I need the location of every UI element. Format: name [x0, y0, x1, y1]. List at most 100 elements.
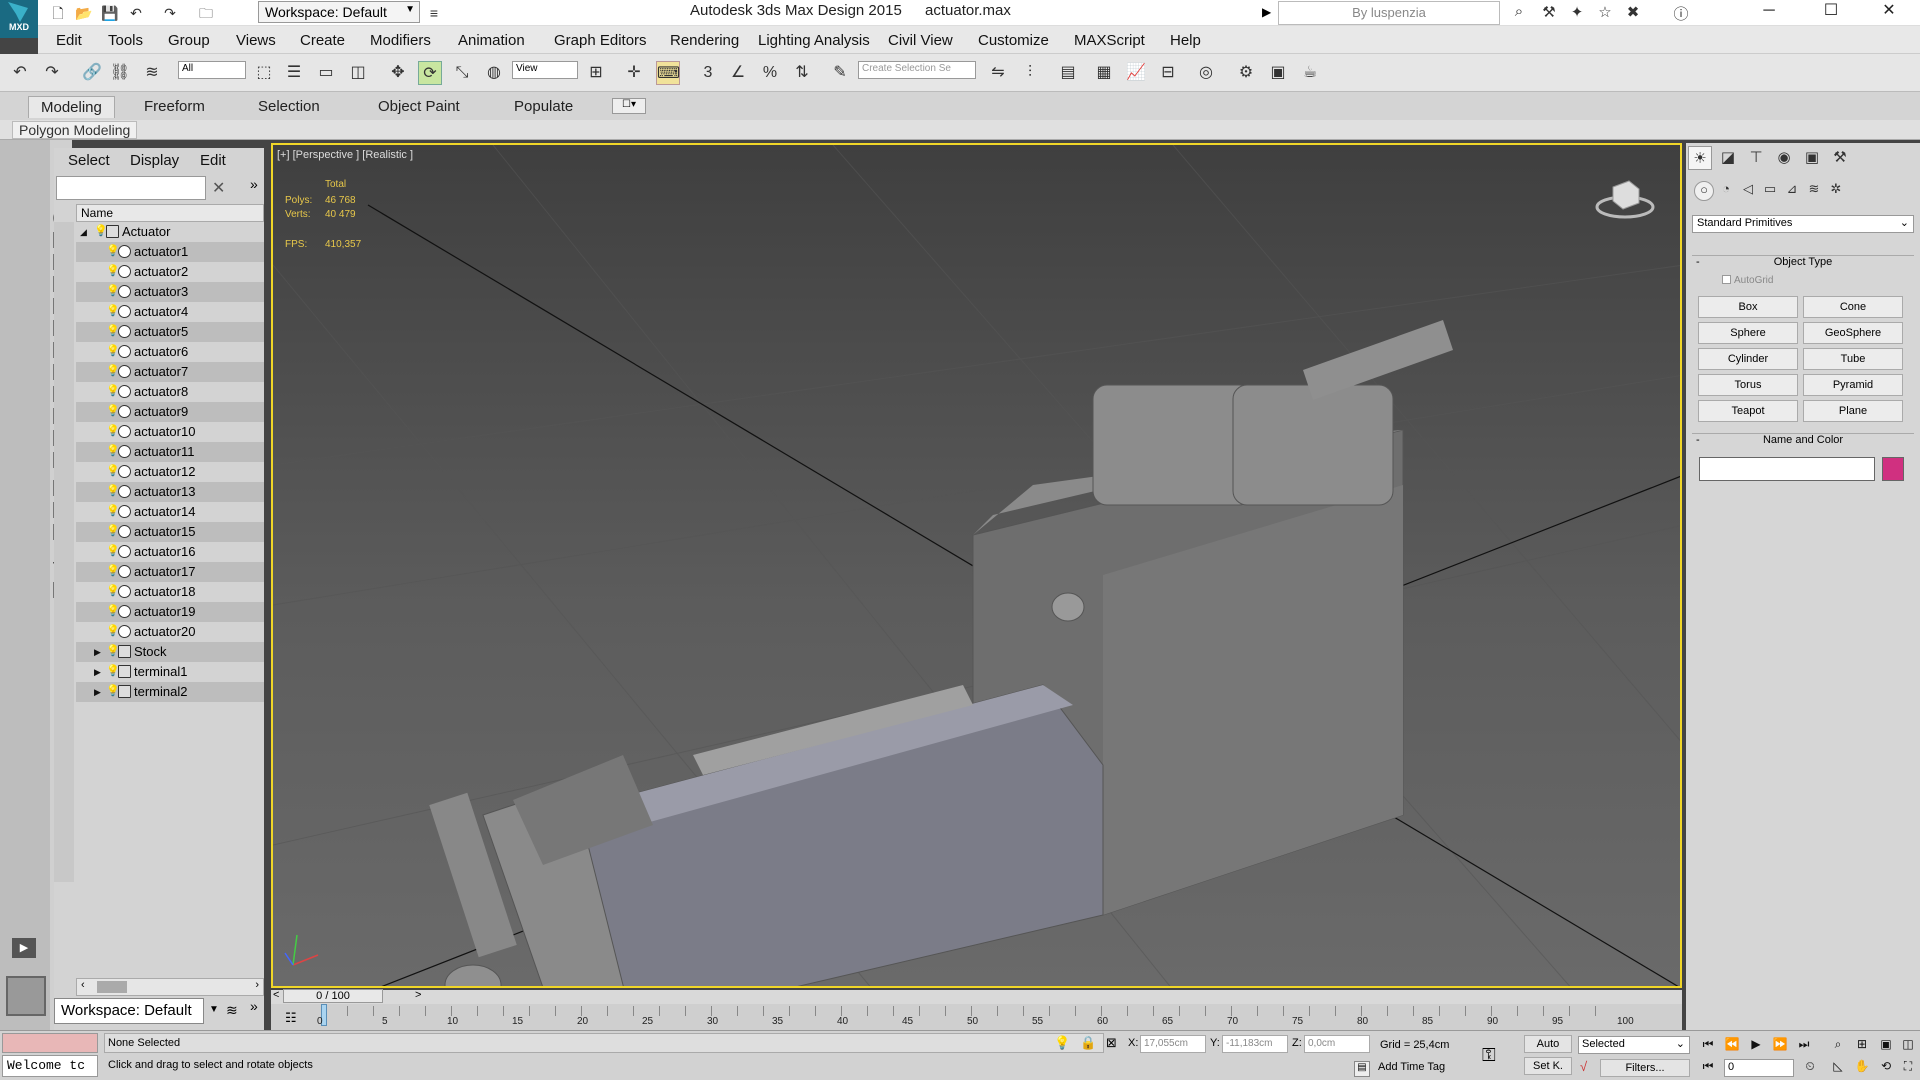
- light-bulb-icon[interactable]: 💡: [106, 685, 120, 698]
- light-bulb-icon[interactable]: 💡: [106, 425, 120, 438]
- maxscript-listener-mini[interactable]: [2, 1033, 98, 1053]
- expand-arrow-icon[interactable]: ▶: [94, 642, 104, 662]
- current-frame-input[interactable]: 0: [1724, 1059, 1794, 1077]
- previous-frame-icon[interactable]: ⏪: [1722, 1037, 1742, 1055]
- helpers-category-icon[interactable]: ⊿: [1782, 181, 1802, 201]
- hierarchy-tab-icon[interactable]: ⊤: [1744, 146, 1768, 170]
- new-file-icon[interactable]: 🗋: [48, 3, 68, 23]
- render-production-icon[interactable]: ☕: [1298, 61, 1322, 85]
- maximize-button[interactable]: ☐: [1808, 0, 1854, 24]
- key-mode-toggle-icon[interactable]: ⏮: [1698, 1059, 1718, 1077]
- orbit-icon[interactable]: ⟲: [1876, 1059, 1896, 1077]
- menu-help[interactable]: Help: [1170, 32, 1201, 49]
- light-bulb-icon[interactable]: 💡: [106, 625, 120, 638]
- close-button[interactable]: ✕: [1866, 0, 1912, 24]
- geosphere-button[interactable]: GeoSphere: [1803, 322, 1903, 344]
- tree-row-object[interactable]: 💡 actuator14: [76, 502, 264, 522]
- tree-row-object[interactable]: 💡 actuator15: [76, 522, 264, 542]
- track-bar[interactable]: ☷ 0 5 10 15 20 25 30 35 40 45 50 55 60 65 70 75 80 85 90 95…: [271, 1004, 1682, 1030]
- light-bulb-icon[interactable]: 💡: [106, 385, 120, 398]
- expand-layout-icon[interactable]: ▶: [12, 938, 36, 958]
- zoom-all-icon[interactable]: ⊞: [1852, 1037, 1872, 1055]
- redo-icon[interactable]: ↷: [40, 61, 64, 85]
- light-bulb-icon[interactable]: 💡: [106, 345, 120, 358]
- menu-modifiers[interactable]: Modifiers: [370, 32, 431, 49]
- binoculars-icon[interactable]: ⌕: [1508, 3, 1530, 23]
- tree-row-group[interactable]: ▶ 💡 Stock: [76, 642, 264, 662]
- select-and-move-icon[interactable]: ✥: [386, 61, 410, 85]
- polygon-modeling-panel[interactable]: Polygon Modeling: [12, 121, 138, 139]
- tree-row-object[interactable]: 💡 actuator16: [76, 542, 264, 562]
- time-tag-icon[interactable]: ▤: [1354, 1061, 1370, 1077]
- time-slider-thumb[interactable]: 0 / 100: [283, 989, 383, 1003]
- next-frame-icon[interactable]: >: [415, 989, 421, 1001]
- search-input[interactable]: By luspenzia: [1278, 1, 1500, 25]
- horizontal-scrollbar[interactable]: ‹ ›: [76, 978, 264, 996]
- light-bulb-icon[interactable]: 💡: [106, 465, 120, 478]
- render-setup-icon[interactable]: ⚙: [1234, 61, 1258, 85]
- space-warps-category-icon[interactable]: ≋: [1804, 181, 1824, 201]
- autogrid-checkbox[interactable]: [1722, 275, 1731, 284]
- spinner-snap-icon[interactable]: ⇅: [790, 61, 814, 85]
- plane-button[interactable]: Plane: [1803, 400, 1903, 422]
- menu-group[interactable]: Group: [168, 32, 210, 49]
- rectangular-selection-icon[interactable]: ▭: [314, 61, 338, 85]
- redo-icon[interactable]: ↷: [160, 3, 180, 23]
- light-bulb-icon[interactable]: 💡: [106, 325, 120, 338]
- project-folder-icon[interactable]: 🗀: [196, 3, 216, 23]
- light-bulb-icon[interactable]: 💡: [106, 525, 120, 538]
- layer-explorer-icon[interactable]: ▦: [1092, 61, 1116, 85]
- x-coordinate-input[interactable]: 17,055cm: [1140, 1035, 1206, 1053]
- cameras-category-icon[interactable]: ▭: [1760, 181, 1780, 201]
- edit-named-selection-icon[interactable]: ✎: [828, 61, 852, 85]
- light-bulb-icon[interactable]: 💡: [106, 565, 120, 578]
- percent-snap-icon[interactable]: %: [758, 61, 782, 85]
- menu-lighting-analysis[interactable]: Lighting Analysis: [758, 32, 870, 49]
- menu-maxscript[interactable]: MAXScript: [1074, 32, 1145, 49]
- name-color-rollout-header[interactable]: - Name and Color: [1692, 433, 1914, 449]
- collapse-panel-icon[interactable]: »: [250, 998, 258, 1014]
- subscription-icon[interactable]: ⚒: [1538, 3, 1560, 23]
- auto-key-button[interactable]: Auto: [1524, 1035, 1572, 1053]
- zoom-extents-all-icon[interactable]: ◫: [1898, 1037, 1918, 1055]
- zoom-extents-icon[interactable]: ▣: [1876, 1037, 1896, 1055]
- lights-category-icon[interactable]: ◁: [1738, 181, 1758, 201]
- scene-explorer-toggle-icon[interactable]: ▤: [1056, 61, 1080, 85]
- tab-object-paint[interactable]: Object Paint: [366, 96, 472, 117]
- ribbon-options-icon[interactable]: ☐▾: [612, 98, 646, 114]
- modify-tab-icon[interactable]: ◪: [1716, 146, 1740, 170]
- rendered-frame-window-icon[interactable]: ▣: [1266, 61, 1290, 85]
- utilities-tab-icon[interactable]: ⚒: [1828, 146, 1852, 170]
- scroll-left-icon[interactable]: ‹: [81, 979, 85, 991]
- pyramid-button[interactable]: Pyramid: [1803, 374, 1903, 396]
- next-frame-icon[interactable]: ⏩: [1770, 1037, 1790, 1055]
- unlink-icon[interactable]: ⛓: [108, 61, 132, 85]
- tree-row-object[interactable]: 💡 actuator2: [76, 262, 264, 282]
- z-coordinate-input[interactable]: 0,0cm: [1304, 1035, 1370, 1053]
- tree-row-object[interactable]: 💡 actuator13: [76, 482, 264, 502]
- y-coordinate-input[interactable]: -11,183cm: [1222, 1035, 1288, 1053]
- tree-row-object[interactable]: 💡 actuator20: [76, 622, 264, 642]
- isolate-selection-icon[interactable]: 💡: [1054, 1035, 1070, 1051]
- explorer-workspace-dropdown[interactable]: Workspace: Default: [54, 998, 204, 1024]
- expand-arrow-icon[interactable]: ▶: [94, 662, 104, 682]
- menu-edit[interactable]: Edit: [56, 32, 82, 49]
- perspective-viewport[interactable]: [+] [Perspective ] [Realistic ] Total Po…: [271, 143, 1682, 988]
- expand-arrow-icon[interactable]: ▶: [94, 682, 104, 702]
- tab-populate[interactable]: Populate: [502, 96, 585, 117]
- reference-coordinate-dropdown[interactable]: View: [512, 61, 578, 79]
- mirror-icon[interactable]: ⇋: [986, 61, 1010, 85]
- tree-row-object[interactable]: 💡 actuator9: [76, 402, 264, 422]
- pivot-center-icon[interactable]: ⊞: [584, 61, 608, 85]
- undo-icon[interactable]: ↶: [8, 61, 32, 85]
- create-tab-icon[interactable]: ☀: [1688, 146, 1712, 170]
- tube-button[interactable]: Tube: [1803, 348, 1903, 370]
- menu-civil-view[interactable]: Civil View: [888, 32, 953, 49]
- named-selection-set-dropdown[interactable]: Create Selection Se: [858, 61, 976, 79]
- field-of-view-icon[interactable]: ◺: [1828, 1059, 1848, 1077]
- schematic-view-icon[interactable]: ⊟: [1156, 61, 1180, 85]
- tree-row-group[interactable]: ▶ 💡 terminal1: [76, 662, 264, 682]
- tree-row-object[interactable]: 💡 actuator10: [76, 422, 264, 442]
- viewport-layout-thumbnail[interactable]: [6, 976, 46, 1016]
- light-bulb-icon[interactable]: 💡: [106, 585, 120, 598]
